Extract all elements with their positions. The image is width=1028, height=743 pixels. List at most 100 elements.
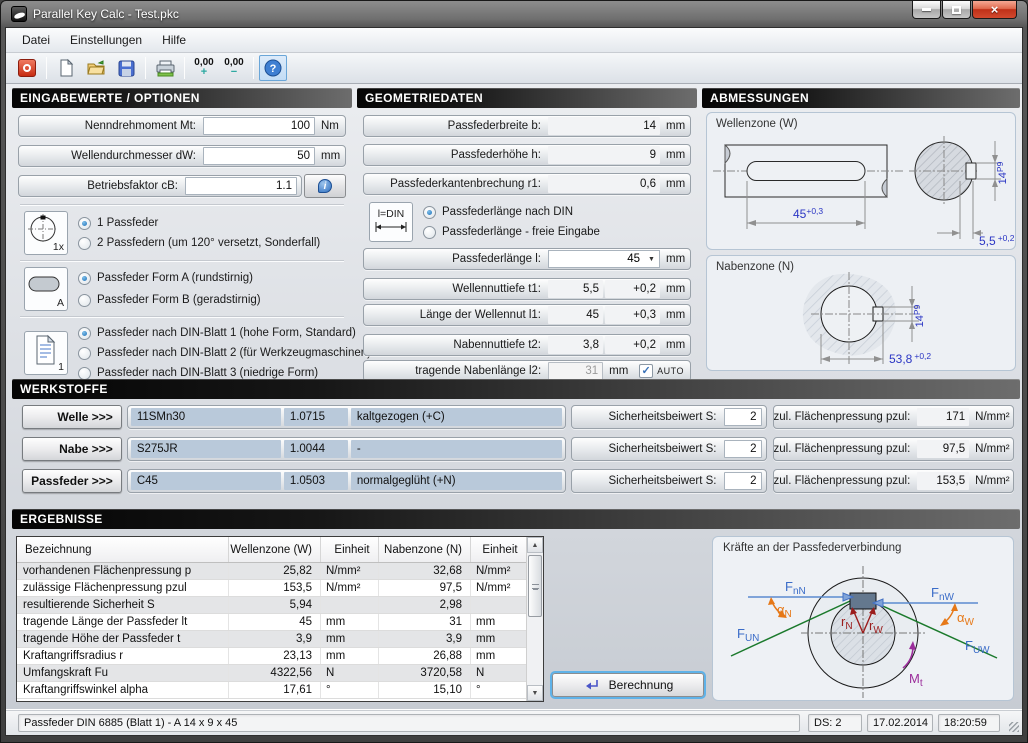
auto-checkbox[interactable]: ✓: [639, 364, 653, 378]
material-number: 1.0044: [284, 440, 348, 458]
table-scrollbar[interactable]: ▲ ▼: [526, 537, 543, 701]
field-wellendurchmesser: Wellendurchmesser dW: 50 mm: [18, 145, 346, 167]
berechnung-button[interactable]: Berechnung: [552, 673, 704, 697]
field-label: Passfederlänge l:: [364, 253, 548, 265]
anzahl-icon: 1x: [24, 211, 68, 255]
toolbar: 0,00+ 0,00− ?: [6, 53, 1022, 84]
save-icon: [118, 60, 135, 77]
wellenzone-label: Wellenzone (W): [716, 118, 798, 130]
close-button[interactable]: ×: [972, 1, 1017, 19]
wellennut-laenge-tolerance: +0,3: [605, 306, 660, 324]
radio-icon: [423, 206, 436, 219]
client-area: Datei Einstellungen Hilfe: [5, 27, 1023, 736]
nenndrehmoment-input[interactable]: 100: [203, 117, 315, 135]
column-header[interactable]: Einheit: [471, 537, 524, 562]
help-button[interactable]: ?: [259, 55, 287, 81]
table-row: Kraftangriffsradius r23,13mm26,88mm: [17, 648, 543, 665]
field-label: Nabennuttiefe t2:: [364, 339, 548, 351]
field-wellennuttiefe: Wellennuttiefe t1: 5,5 +0,2 mm: [363, 278, 691, 300]
passfeder-button[interactable]: Passfeder >>>: [22, 469, 122, 493]
nabe-button[interactable]: Nabe >>>: [22, 437, 122, 461]
material-name: 11SMn30: [131, 408, 281, 426]
status-ds: DS: 2: [808, 714, 862, 732]
betriebsfaktor-input[interactable]: 1.1: [185, 177, 297, 195]
wellennuttiefe-tolerance: +0,2: [605, 280, 660, 298]
sicherheitsbeiwert-input[interactable]: 2: [724, 440, 762, 458]
welle-material: 11SMn30 1.0715 kaltgezogen (+C): [127, 405, 566, 429]
nabenzone-diagram: 14P9 53,8+0,2: [707, 272, 1015, 370]
option-laenge-din[interactable]: Passfederlänge nach DIN: [423, 202, 691, 222]
toolbar-separator: [46, 57, 47, 79]
column-header[interactable]: Nabenzone (N): [379, 537, 471, 562]
column-header[interactable]: Wellenzone (W): [229, 537, 321, 562]
resize-grip[interactable]: [1009, 722, 1019, 732]
option-din-blatt-1[interactable]: Passfeder nach DIN-Blatt 1 (hohe Form, S…: [78, 323, 371, 343]
print-button[interactable]: [151, 55, 179, 81]
table-row: zulässige Flächenpressung pzul153,5N/mm²…: [17, 580, 543, 597]
option-2-passfedern[interactable]: 2 Passfedern (um 120° versetzt, Sonderfa…: [78, 233, 346, 253]
option-din-blatt-2[interactable]: Passfeder nach DIN-Blatt 2 (für Werkzeug…: [78, 343, 371, 363]
status-text: Passfeder DIN 6885 (Blatt 1) - A 14 x 9 …: [18, 714, 800, 732]
column-header[interactable]: Einheit: [321, 537, 379, 562]
field-unit: mm: [660, 149, 690, 161]
new-file-button[interactable]: [52, 55, 80, 81]
menu-hilfe[interactable]: Hilfe: [152, 30, 196, 50]
save-button[interactable]: [112, 55, 140, 81]
field-label: zul. Flächenpressung pzul:: [774, 475, 918, 487]
app-window: Parallel Key Calc - Test.pkc × Datei Ein…: [0, 0, 1028, 743]
field-label: Nenndrehmoment Mt:: [19, 120, 203, 132]
exit-icon: [18, 59, 36, 77]
panel-abmessungen: ABMESSUNGEN Wellenzone (W): [702, 88, 1020, 371]
info-button[interactable]: i: [304, 174, 346, 198]
field-label: zul. Flächenpressung pzul:: [774, 443, 918, 455]
decimals-decrease-button[interactable]: 0,00−: [220, 55, 248, 81]
titlebar[interactable]: Parallel Key Calc - Test.pkc ×: [5, 1, 1023, 27]
help-icon: ?: [264, 59, 282, 77]
field-unit: N/mm²: [969, 411, 1013, 423]
field-unit: mm: [660, 339, 690, 351]
ergebnisse-header: ERGEBNISSE: [12, 509, 1020, 529]
toolbar-separator: [145, 57, 146, 79]
status-date: 17.02.2014: [867, 714, 933, 732]
decimals-increase-button[interactable]: 0,00+: [190, 55, 218, 81]
scrollbar-thumb[interactable]: [528, 555, 542, 617]
option-form-a[interactable]: Passfeder Form A (rundstirnig): [78, 267, 346, 289]
label-FnN: FnN: [785, 579, 806, 597]
field-label: Wellendurchmesser dW:: [19, 150, 203, 162]
werkstoff-row-passfeder: Passfeder >>> C45 1.0503 normalgeglüht (…: [22, 468, 1014, 494]
menu-einstellungen[interactable]: Einstellungen: [60, 30, 152, 50]
open-file-button[interactable]: [82, 55, 110, 81]
wellenzone-box: Wellenzone (W): [706, 112, 1016, 250]
panel-abmessungen-header: ABMESSUNGEN: [702, 88, 1020, 108]
welle-button[interactable]: Welle >>>: [22, 405, 122, 429]
statusbar: Passfeder DIN 6885 (Blatt 1) - A 14 x 9 …: [6, 709, 1022, 735]
toolbar-separator: [253, 57, 254, 79]
scroll-down-icon[interactable]: ▼: [527, 685, 543, 701]
window-controls: ×: [911, 1, 1017, 19]
menubar: Datei Einstellungen Hilfe: [6, 28, 1022, 53]
minimize-button[interactable]: [912, 1, 941, 19]
minimize-icon: [922, 8, 931, 11]
option-form-b[interactable]: Passfeder Form B (geradstirnig): [78, 289, 346, 311]
auto-label: AUTO: [657, 366, 684, 376]
laenge-din-icon: l=DIN: [369, 202, 413, 242]
scroll-up-icon[interactable]: ▲: [527, 537, 543, 553]
table-row: Umfangskraft Fu4322,56N3720,58N: [17, 665, 543, 682]
option-1-passfeder[interactable]: 1 Passfeder: [78, 213, 346, 233]
app-icon: [11, 6, 27, 22]
passfederlaenge-dropdown[interactable]: 45 ▼: [548, 250, 660, 268]
radio-icon: [78, 347, 91, 360]
sicherheitsbeiwert-input[interactable]: 2: [724, 472, 762, 490]
exit-button[interactable]: [13, 55, 41, 81]
maximize-button[interactable]: [942, 1, 971, 19]
column-header[interactable]: Bezeichnung: [17, 537, 229, 562]
sicherheitsbeiwert-input[interactable]: 2: [724, 408, 762, 426]
dim-nabennut-durchmesser: 53,8+0,2: [889, 351, 931, 366]
werkstoff-row-welle: Welle >>> 11SMn30 1.0715 kaltgezogen (+C…: [22, 404, 1014, 430]
option-laenge-frei[interactable]: Passfederlänge - freie Eingabe: [423, 222, 691, 242]
menu-datei[interactable]: Datei: [12, 30, 60, 50]
material-name: C45: [131, 472, 281, 490]
wellendurchmesser-input[interactable]: 50: [203, 147, 315, 165]
dim-wellennut-tiefe: 5,5+0,2: [979, 233, 1015, 248]
field-label: Passfederhöhe h:: [364, 149, 548, 161]
